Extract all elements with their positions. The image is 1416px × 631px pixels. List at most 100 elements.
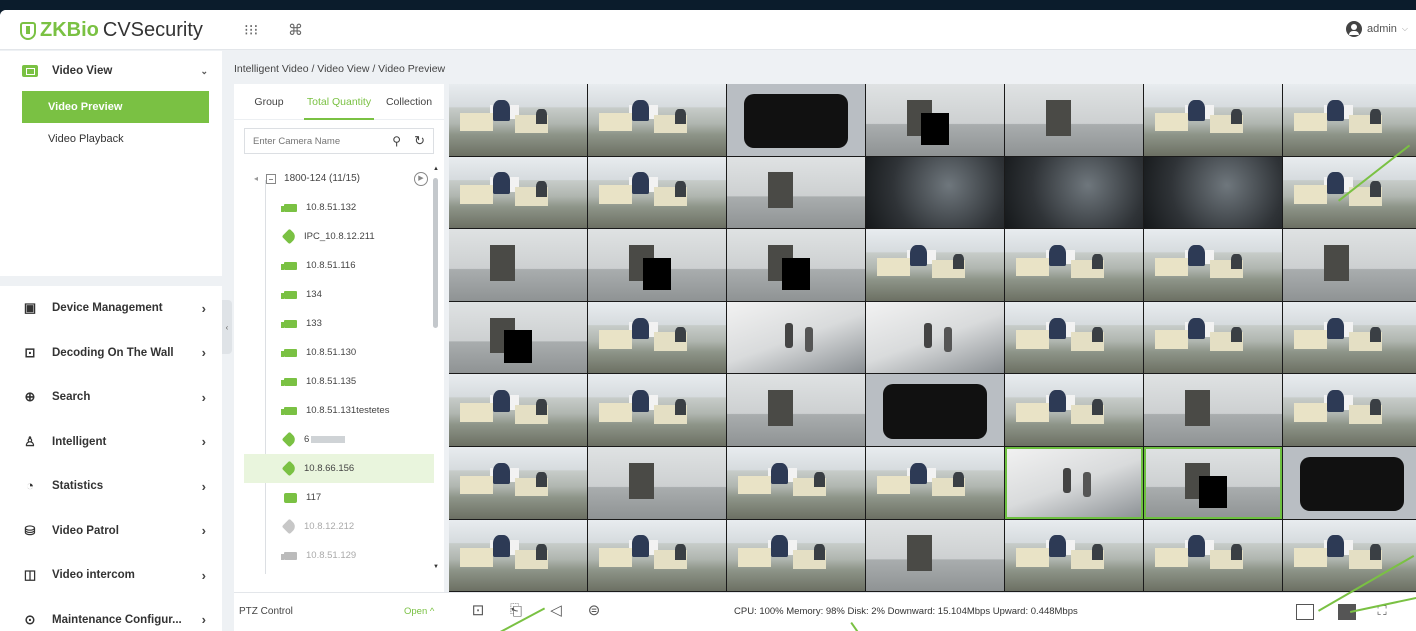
video-tile[interactable] [1005,84,1143,156]
sidebar-item-search[interactable]: ⊕ Search › [0,375,222,420]
video-tile[interactable] [727,301,865,374]
video-tile[interactable] [727,519,865,592]
video-tile[interactable] [1005,519,1143,592]
video-tile[interactable] [866,84,1004,156]
tab-total-quantity[interactable]: Total Quantity [304,84,374,120]
video-tile[interactable] [1144,301,1282,374]
video-tile[interactable] [866,156,1004,229]
collapse-box-icon[interactable] [266,173,277,184]
sidebar-item-video-playback[interactable]: Video Playback [22,123,209,155]
video-tile[interactable] [866,301,1004,374]
refresh-icon[interactable]: ↻ [414,133,425,149]
video-tile[interactable] [449,519,587,592]
video-tile[interactable] [1144,446,1282,519]
caret-down-icon[interactable]: ◂ [254,174,258,183]
video-tile[interactable] [866,229,1004,301]
tree-node[interactable]: 117 [234,483,434,512]
tree-node[interactable]: 133 [234,309,434,338]
video-tile[interactable] [1283,301,1416,374]
app-logo[interactable]: ZKBio CVSecurity [20,19,203,42]
tab-group[interactable]: Group [234,84,304,120]
video-tile[interactable] [866,446,1004,519]
tree-node[interactable]: 6 [234,425,434,454]
video-tile[interactable] [588,374,726,446]
video-tile[interactable] [1283,229,1416,301]
tree-node[interactable]: 10.8.51.130 [234,338,434,367]
video-tile[interactable] [449,229,587,301]
video-tile[interactable] [1283,446,1416,519]
play-all-icon[interactable]: ▶ [414,171,428,186]
ptz-open-toggle[interactable]: Open ^ [404,606,434,617]
device-panel: Group Total Quantity Collection ⚲ ↻ ◂ 18… [234,84,444,592]
video-tile[interactable] [449,374,587,446]
video-tile[interactable] [1005,446,1143,519]
tree-node-offline[interactable]: 10.8.12.212 [234,512,434,541]
capture-icon[interactable]: ⊡ [468,602,488,620]
sidebar-item-intelligent[interactable]: ♙ Intelligent › [0,420,222,465]
video-tile[interactable] [449,301,587,374]
scroll-up-icon[interactable]: ▲ [433,166,439,172]
video-tile[interactable] [588,519,726,592]
video-tile[interactable] [1283,84,1416,156]
sidebar-item-video-preview[interactable]: Video Preview [22,91,209,123]
tree-scrollbar[interactable]: ▲ ▼ [433,166,439,572]
tree-node[interactable]: IPC_10.8.12.211 [234,222,434,251]
video-tile[interactable] [727,446,865,519]
sidebar-collapse-handle[interactable]: ‹ [222,300,232,354]
video-tile[interactable] [1144,84,1282,156]
video-tile[interactable] [1144,519,1282,592]
video-tile[interactable] [449,156,587,229]
tree-node[interactable]: 10.8.51.116 [234,251,434,280]
layout-icon[interactable] [1296,604,1314,620]
command-icon[interactable]: ⌘ [288,21,303,39]
search-icon[interactable]: ⚲ [392,134,401,148]
video-tile[interactable] [588,84,726,156]
intercom-tool-icon[interactable]: ⊜ [584,602,604,620]
video-tile[interactable] [727,229,865,301]
user-menu[interactable]: admin ⌵ [1345,21,1408,37]
video-tile[interactable] [588,301,726,374]
video-tile[interactable] [1005,374,1143,446]
video-tile[interactable] [1144,374,1282,446]
video-tile[interactable] [866,519,1004,592]
video-tile[interactable] [1283,374,1416,446]
tree-node[interactable]: 10.8.51.131testetes [234,396,434,425]
video-tile[interactable] [727,374,865,446]
scrollbar-thumb[interactable] [433,178,438,328]
tree-root-node[interactable]: ◂ 1800-124 (11/15) ▶ [234,164,434,193]
video-tile[interactable] [588,446,726,519]
voice-icon[interactable]: ◁ [546,602,566,620]
camera-search-input[interactable] [253,135,373,147]
sidebar-item-video-view[interactable]: Video View ⌄ [0,51,222,91]
video-tile[interactable] [727,84,865,156]
video-tile[interactable] [1144,156,1282,229]
tree-node-offline[interactable]: 220 [234,570,434,574]
sidebar-item-video-intercom[interactable]: ◫ Video intercom › [0,553,222,598]
video-tile[interactable] [1005,301,1143,374]
scroll-down-icon[interactable]: ▼ [433,564,439,570]
video-tile[interactable] [727,156,865,229]
video-tile[interactable] [1005,229,1143,301]
sidebar-item-statistics[interactable]: ◔ Statistics › [0,464,222,509]
video-grid[interactable] [449,84,1416,592]
tree-node[interactable]: 10.8.51.135 [234,367,434,396]
video-tile[interactable] [588,156,726,229]
tab-collection[interactable]: Collection [374,84,444,120]
sidebar-item-device-management[interactable]: ▣ Device Management › [0,286,222,331]
sidebar-item-video-patrol[interactable]: ⛁ Video Patrol › [0,509,222,554]
video-tile[interactable] [449,84,587,156]
tree-node-selected[interactable]: 10.8.66.156 [244,454,434,483]
sidebar-item-maintenance[interactable]: ⊙ Maintenance Configur... › [0,598,222,631]
video-tile[interactable] [449,446,587,519]
video-tile[interactable] [866,374,1004,446]
video-tile[interactable] [588,229,726,301]
apps-grid-icon[interactable]: ⁝⁝⁝ [244,21,258,39]
video-tile[interactable] [1005,156,1143,229]
video-tile[interactable] [1283,519,1416,592]
tree-node[interactable]: 134 [234,280,434,309]
video-tile[interactable] [1144,229,1282,301]
sidebar-item-decoding-wall[interactable]: ⊡ Decoding On The Wall › [0,331,222,376]
dome-camera-icon [281,228,298,245]
tree-node-offline[interactable]: 10.8.51.129 [234,541,434,570]
tree-node[interactable]: 10.8.51.132 [234,193,434,222]
